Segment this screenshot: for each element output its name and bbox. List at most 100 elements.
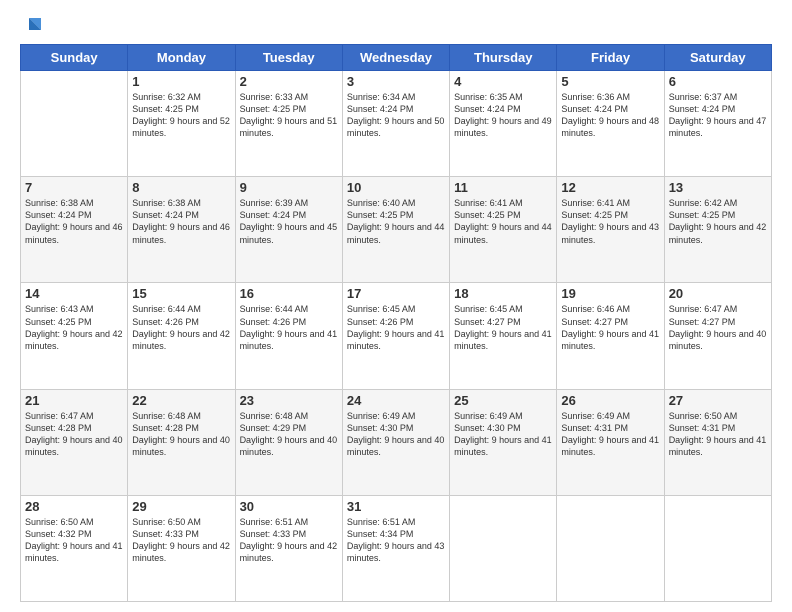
day-number: 4 bbox=[454, 74, 552, 89]
calendar-cell: 31 Sunrise: 6:51 AMSunset: 4:34 PMDayligh… bbox=[342, 495, 449, 601]
calendar-cell: 22 Sunrise: 6:48 AMSunset: 4:28 PMDayligh… bbox=[128, 389, 235, 495]
calendar-cell: 9Sunrise: 6:39 AMSunset: 4:24 PMDaylight… bbox=[235, 177, 342, 283]
day-number: 7 bbox=[25, 180, 123, 195]
calendar-cell: 6Sunrise: 6:37 AMSunset: 4:24 PMDaylight… bbox=[664, 71, 771, 177]
day-number: 2 bbox=[240, 74, 338, 89]
day-number: 27 bbox=[669, 393, 767, 408]
week-row-1: 1Sunrise: 6:32 AMSunset: 4:25 PMDaylight… bbox=[21, 71, 772, 177]
calendar-cell: 7 Sunrise: 6:38 AMSunset: 4:24 PMDaylight… bbox=[21, 177, 128, 283]
weekday-wednesday: Wednesday bbox=[342, 45, 449, 71]
day-info: Sunrise: 6:34 AMSunset: 4:24 PMDaylight:… bbox=[347, 91, 445, 140]
calendar-cell: 17 Sunrise: 6:45 AMSunset: 4:26 PMDayligh… bbox=[342, 283, 449, 389]
week-row-3: 14 Sunrise: 6:43 AMSunset: 4:25 PMDayligh… bbox=[21, 283, 772, 389]
day-number: 30 bbox=[240, 499, 338, 514]
day-number: 22 bbox=[132, 393, 230, 408]
day-number: 19 bbox=[561, 286, 659, 301]
calendar-cell: 21 Sunrise: 6:47 AMSunset: 4:28 PMDayligh… bbox=[21, 389, 128, 495]
calendar-cell: 29 Sunrise: 6:50 AMSunset: 4:33 PMDayligh… bbox=[128, 495, 235, 601]
page: SundayMondayTuesdayWednesdayThursdayFrid… bbox=[0, 0, 792, 612]
day-number: 5 bbox=[561, 74, 659, 89]
calendar-cell: 19 Sunrise: 6:46 AMSunset: 4:27 PMDayligh… bbox=[557, 283, 664, 389]
calendar-cell: 30 Sunrise: 6:51 AMSunset: 4:33 PMDayligh… bbox=[235, 495, 342, 601]
weekday-saturday: Saturday bbox=[664, 45, 771, 71]
day-number: 26 bbox=[561, 393, 659, 408]
calendar-cell: 10Sunrise: 6:40 AMSunset: 4:25 PMDayligh… bbox=[342, 177, 449, 283]
calendar-cell: 11 Sunrise: 6:41 AMSunset: 4:25 PMDayligh… bbox=[450, 177, 557, 283]
calendar-cell: 26 Sunrise: 6:49 AMSunset: 4:31 PMDayligh… bbox=[557, 389, 664, 495]
day-info: Sunrise: 6:38 AMSunset: 4:24 PMDaylight:… bbox=[132, 197, 230, 246]
day-number: 16 bbox=[240, 286, 338, 301]
calendar-cell: 20Sunrise: 6:47 AMSunset: 4:27 PMDayligh… bbox=[664, 283, 771, 389]
weekday-monday: Monday bbox=[128, 45, 235, 71]
day-number: 21 bbox=[25, 393, 123, 408]
calendar-cell: 3 Sunrise: 6:34 AMSunset: 4:24 PMDaylight… bbox=[342, 71, 449, 177]
day-info: Sunrise: 6:36 AMSunset: 4:24 PMDaylight:… bbox=[561, 91, 659, 140]
day-info: Sunrise: 6:45 AMSunset: 4:26 PMDaylight:… bbox=[347, 303, 445, 352]
calendar-cell: 27 Sunrise: 6:50 AMSunset: 4:31 PMDayligh… bbox=[664, 389, 771, 495]
calendar-cell: 12 Sunrise: 6:41 AMSunset: 4:25 PMDayligh… bbox=[557, 177, 664, 283]
day-info: Sunrise: 6:43 AMSunset: 4:25 PMDaylight:… bbox=[25, 303, 123, 352]
day-info: Sunrise: 6:47 AMSunset: 4:27 PMDaylight:… bbox=[669, 303, 767, 352]
calendar-table: SundayMondayTuesdayWednesdayThursdayFrid… bbox=[20, 44, 772, 602]
day-info: Sunrise: 6:39 AMSunset: 4:24 PMDaylight:… bbox=[240, 197, 338, 246]
weekday-friday: Friday bbox=[557, 45, 664, 71]
week-row-2: 7 Sunrise: 6:38 AMSunset: 4:24 PMDaylight… bbox=[21, 177, 772, 283]
day-info: Sunrise: 6:46 AMSunset: 4:27 PMDaylight:… bbox=[561, 303, 659, 352]
week-row-4: 21 Sunrise: 6:47 AMSunset: 4:28 PMDayligh… bbox=[21, 389, 772, 495]
weekday-tuesday: Tuesday bbox=[235, 45, 342, 71]
day-number: 10 bbox=[347, 180, 445, 195]
day-info: Sunrise: 6:38 AMSunset: 4:24 PMDaylight:… bbox=[25, 197, 123, 246]
day-number: 29 bbox=[132, 499, 230, 514]
day-info: Sunrise: 6:47 AMSunset: 4:28 PMDaylight:… bbox=[25, 410, 123, 459]
day-number: 25 bbox=[454, 393, 552, 408]
day-info: Sunrise: 6:32 AMSunset: 4:25 PMDaylight:… bbox=[132, 91, 230, 140]
day-number: 15 bbox=[132, 286, 230, 301]
calendar-cell: 24 Sunrise: 6:49 AMSunset: 4:30 PMDayligh… bbox=[342, 389, 449, 495]
day-number: 13 bbox=[669, 180, 767, 195]
day-number: 17 bbox=[347, 286, 445, 301]
day-number: 8 bbox=[132, 180, 230, 195]
day-info: Sunrise: 6:50 AMSunset: 4:31 PMDaylight:… bbox=[669, 410, 767, 459]
day-info: Sunrise: 6:44 AMSunset: 4:26 PMDaylight:… bbox=[132, 303, 230, 352]
day-info: Sunrise: 6:50 AMSunset: 4:33 PMDaylight:… bbox=[132, 516, 230, 565]
day-info: Sunrise: 6:50 AMSunset: 4:32 PMDaylight:… bbox=[25, 516, 123, 565]
weekday-sunday: Sunday bbox=[21, 45, 128, 71]
calendar-cell: 16 Sunrise: 6:44 AMSunset: 4:26 PMDayligh… bbox=[235, 283, 342, 389]
weekday-thursday: Thursday bbox=[450, 45, 557, 71]
day-info: Sunrise: 6:49 AMSunset: 4:30 PMDaylight:… bbox=[454, 410, 552, 459]
calendar-cell: 14 Sunrise: 6:43 AMSunset: 4:25 PMDayligh… bbox=[21, 283, 128, 389]
calendar-cell bbox=[557, 495, 664, 601]
logo bbox=[20, 16, 43, 34]
day-info: Sunrise: 6:33 AMSunset: 4:25 PMDaylight:… bbox=[240, 91, 338, 140]
calendar-cell: 8 Sunrise: 6:38 AMSunset: 4:24 PMDaylight… bbox=[128, 177, 235, 283]
weekday-header-row: SundayMondayTuesdayWednesdayThursdayFrid… bbox=[21, 45, 772, 71]
day-number: 12 bbox=[561, 180, 659, 195]
day-info: Sunrise: 6:49 AMSunset: 4:31 PMDaylight:… bbox=[561, 410, 659, 459]
day-info: Sunrise: 6:51 AMSunset: 4:33 PMDaylight:… bbox=[240, 516, 338, 565]
day-number: 23 bbox=[240, 393, 338, 408]
day-number: 11 bbox=[454, 180, 552, 195]
day-info: Sunrise: 6:41 AMSunset: 4:25 PMDaylight:… bbox=[561, 197, 659, 246]
day-info: Sunrise: 6:41 AMSunset: 4:25 PMDaylight:… bbox=[454, 197, 552, 246]
day-info: Sunrise: 6:35 AMSunset: 4:24 PMDaylight:… bbox=[454, 91, 552, 140]
day-info: Sunrise: 6:45 AMSunset: 4:27 PMDaylight:… bbox=[454, 303, 552, 352]
week-row-5: 28 Sunrise: 6:50 AMSunset: 4:32 PMDayligh… bbox=[21, 495, 772, 601]
day-info: Sunrise: 6:51 AMSunset: 4:34 PMDaylight:… bbox=[347, 516, 445, 565]
calendar-cell: 18 Sunrise: 6:45 AMSunset: 4:27 PMDayligh… bbox=[450, 283, 557, 389]
day-number: 28 bbox=[25, 499, 123, 514]
day-info: Sunrise: 6:48 AMSunset: 4:29 PMDaylight:… bbox=[240, 410, 338, 459]
day-number: 24 bbox=[347, 393, 445, 408]
calendar-cell: 2 Sunrise: 6:33 AMSunset: 4:25 PMDaylight… bbox=[235, 71, 342, 177]
day-number: 6 bbox=[669, 74, 767, 89]
day-number: 31 bbox=[347, 499, 445, 514]
day-number: 18 bbox=[454, 286, 552, 301]
calendar-cell: 15 Sunrise: 6:44 AMSunset: 4:26 PMDayligh… bbox=[128, 283, 235, 389]
day-number: 3 bbox=[347, 74, 445, 89]
calendar-cell bbox=[21, 71, 128, 177]
day-info: Sunrise: 6:42 AMSunset: 4:25 PMDaylight:… bbox=[669, 197, 767, 246]
day-number: 14 bbox=[25, 286, 123, 301]
day-info: Sunrise: 6:44 AMSunset: 4:26 PMDaylight:… bbox=[240, 303, 338, 352]
day-info: Sunrise: 6:48 AMSunset: 4:28 PMDaylight:… bbox=[132, 410, 230, 459]
logo-icon bbox=[21, 16, 43, 34]
day-info: Sunrise: 6:49 AMSunset: 4:30 PMDaylight:… bbox=[347, 410, 445, 459]
